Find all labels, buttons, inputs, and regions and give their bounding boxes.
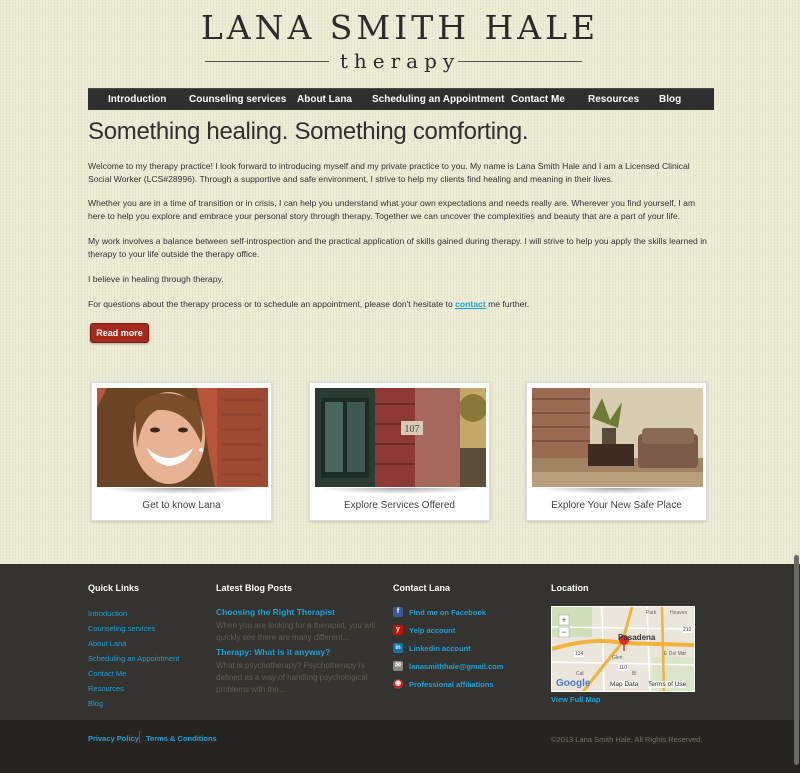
map-data-link[interactable]: Map Data (610, 681, 639, 688)
card-caption: Explore Your New Safe Place (551, 500, 682, 511)
nav-counseling-services[interactable]: Counseling services (189, 94, 286, 105)
nav-resources[interactable]: Resources (588, 94, 639, 105)
view-full-map-link[interactable]: View Full Map (551, 695, 600, 704)
contact-email-link[interactable]: lanasmithhale@gmail.com (409, 662, 503, 671)
lana-portrait-image (97, 388, 268, 487)
card-get-to-know-lana[interactable]: Get to know Lana (91, 382, 272, 521)
contact-facebook-link[interactable]: Find me on Facebook (409, 608, 486, 617)
logo-divider-right (458, 61, 582, 62)
svg-text:+: + (561, 615, 566, 625)
footer-link-resources[interactable]: Resources (88, 684, 124, 693)
blog-section-title: Latest Blog Posts (216, 583, 293, 593)
intro-paragraph-1: Welcome to my therapy practice! I look f… (88, 161, 690, 184)
nav-introduction[interactable]: Introduction (108, 94, 166, 105)
office-interior-image (532, 388, 703, 487)
map-label: E Del Mar (664, 651, 687, 657)
intro-paragraph-5: For questions about the therapy process … (88, 298, 714, 311)
contact-text-before: For questions about the therapy process … (88, 299, 456, 309)
facebook-icon: f (393, 607, 403, 617)
office-building-image: 107 (315, 388, 486, 487)
card-explore-services[interactable]: 107 Explore Services Offered (309, 382, 490, 521)
route-shield: 134 (574, 651, 585, 657)
footer-link-contact[interactable]: Contact Me (88, 669, 126, 678)
blog-post-title-1[interactable]: Choosing the Right Therapist (216, 607, 335, 617)
nav-about-lana[interactable]: About Lana (297, 94, 352, 105)
main-nav: Introduction Counseling services About L… (88, 88, 714, 110)
map-terms-link[interactable]: Terms of Use (648, 681, 687, 688)
svg-text:−: − (561, 627, 566, 637)
nav-contact-me[interactable]: Contact Me (511, 94, 565, 105)
quick-links-title: Quick Links (88, 583, 140, 593)
card-safe-place[interactable]: Explore Your New Safe Place (526, 382, 707, 521)
read-more-button[interactable]: Read more (90, 323, 149, 343)
card-caption: Get to know Lana (142, 500, 221, 511)
terms-conditions-link[interactable]: Terms & Conditions (146, 734, 217, 743)
footer-divider (139, 731, 140, 743)
contact-section-title: Contact Lana (393, 583, 451, 593)
affiliations-icon: ◉ (393, 679, 403, 689)
logo-subtitle: therapy (339, 49, 461, 73)
map-label: Bl (632, 671, 637, 677)
email-icon: ✉ (393, 661, 403, 671)
site-logo[interactable]: LANA SMITH HALE therapy (0, 8, 800, 74)
map-label: Park (646, 610, 657, 616)
footer-link-about[interactable]: About Lana (88, 639, 126, 648)
route-shield: 110 (618, 665, 628, 671)
footer-link-introduction[interactable]: Introduction (88, 609, 127, 618)
map-label: Heaven (670, 610, 688, 616)
page-headline: Something healing. Something comforting. (88, 118, 529, 145)
footer-link-counseling[interactable]: Counseling services (88, 624, 155, 633)
blog-post-excerpt-2: What is psychotherapy? Psychotherapy is … (216, 661, 368, 694)
google-logo: Google (556, 678, 591, 689)
logo-name: LANA SMITH HALE (200, 8, 600, 47)
page-scrollbar[interactable] (794, 555, 799, 765)
map-city-label: Pasadena (618, 633, 656, 642)
intro-paragraph-2: Whether you are in a time of transition … (88, 198, 696, 221)
contact-link[interactable]: contact (455, 299, 486, 309)
footer-bottom-bar (0, 720, 800, 773)
yelp-icon: y (393, 625, 403, 635)
map-label: Cal (576, 671, 584, 677)
card-caption: Explore Services Offered (344, 500, 455, 511)
intro-paragraph-4: I believe in healing through therapy. (88, 274, 224, 284)
nav-scheduling[interactable]: Scheduling an Appointment (372, 94, 504, 105)
location-map[interactable]: + − Pasadena Park Heaven E Del Mar Glen … (551, 606, 695, 692)
contact-affiliations-link[interactable]: Professional affiliations (409, 680, 494, 689)
blog-post-excerpt-1: When you are looking for a therapist, yo… (216, 621, 376, 642)
linkedin-icon: in (393, 643, 403, 653)
map-label: Glen (612, 655, 623, 661)
contact-text-after: me further. (485, 299, 530, 309)
location-section-title: Location (551, 583, 589, 593)
nav-blog[interactable]: Blog (659, 94, 681, 105)
blog-post-title-2[interactable]: Therapy: What is it anyway? (216, 647, 330, 657)
contact-yelp-link[interactable]: Yelp account (409, 626, 455, 635)
svg-text:107: 107 (405, 424, 420, 435)
intro-paragraph-3: My work involves a balance between self-… (88, 236, 707, 259)
copyright-text: ©2013 Lana Smith Hale, All Rights Reserv… (551, 735, 703, 744)
privacy-policy-link[interactable]: Privacy Policy (88, 734, 139, 743)
footer-link-scheduling[interactable]: Scheduling an Appointment (88, 654, 179, 663)
logo-divider-left (205, 61, 329, 62)
route-shield: 210 (682, 627, 693, 633)
footer-link-blog[interactable]: Blog (88, 699, 103, 708)
contact-linkedin-link[interactable]: Linkedin account (409, 644, 471, 653)
